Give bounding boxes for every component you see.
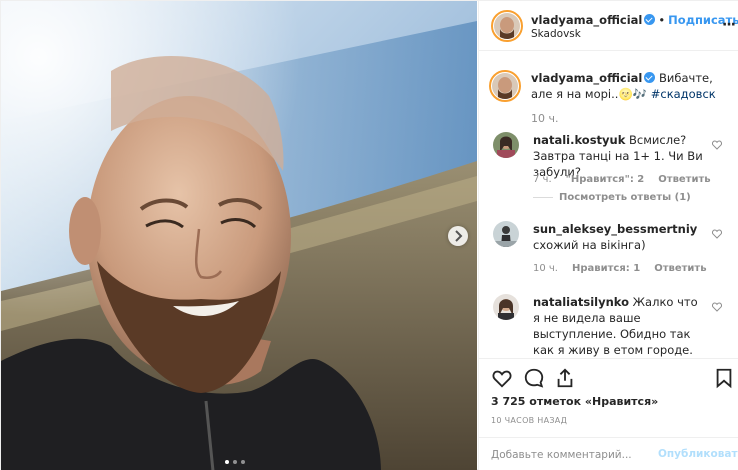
comment-text: natali.kostyuk Всмисле? Завтра танці на … (533, 132, 703, 180)
comment-like-icon[interactable] (712, 140, 722, 150)
likes-number: 3 725 (491, 395, 526, 408)
comments-list[interactable]: vladyama_official Вибачте, але я на морі… (479, 52, 738, 357)
carousel-next-button[interactable] (448, 226, 468, 246)
author-username[interactable]: vladyama_official (531, 13, 642, 27)
likes-count[interactable]: 3 725 отметок «Нравится» (491, 395, 658, 408)
caption-text: vladyama_official Вибачте, але я на морі… (531, 70, 721, 102)
commenter-username[interactable]: nataliatsilynko (533, 295, 629, 309)
comment-text: sun_aleksey_bessmertniy схожий на вікінг… (533, 221, 703, 253)
comment-meta: 10 ч. Нравится: 1 Ответить (533, 263, 721, 274)
comment-likes[interactable]: Нравится: 1 (572, 263, 640, 274)
comment-text: nataliatsilynko Жалко что я не видела ва… (533, 294, 703, 357)
carousel-dot (225, 460, 229, 464)
heart-icon[interactable] (491, 367, 513, 389)
carousel-dot (241, 460, 245, 464)
commenter-avatar[interactable] (493, 132, 519, 158)
bookmark-icon[interactable] (713, 367, 735, 389)
reply-button[interactable]: Ответить (658, 174, 710, 185)
chevron-right-icon (455, 230, 463, 242)
comment-time: 7 ч. (533, 174, 552, 185)
likes-label: отметок «Нравится» (525, 395, 659, 408)
comment-likes[interactable]: "Нравится": 2 (566, 174, 645, 185)
comment-body: схожий на вікінга) (533, 238, 646, 252)
commenter-avatar[interactable] (493, 294, 519, 320)
publish-button[interactable]: Опубликовать (658, 448, 738, 460)
header-separator: • (658, 13, 666, 27)
commenter-username[interactable]: sun_aleksey_bessmertniy (533, 222, 697, 236)
comment-meta: 7 ч. "Нравится": 2 Ответить (533, 174, 725, 185)
selfie-image (1, 1, 477, 470)
comment-time: 10 ч. (533, 263, 558, 274)
view-replies-button[interactable]: Посмотреть ответы (1) (533, 192, 691, 203)
comment-like-icon[interactable] (712, 302, 722, 312)
post-header: vladyama_official•Подписаться Skadovsk ·… (479, 1, 738, 51)
caption-avatar-image (492, 73, 518, 99)
comment-input[interactable] (491, 446, 651, 464)
author-avatar[interactable] (491, 10, 523, 42)
caption-avatar[interactable] (489, 70, 521, 102)
carousel-indicator (225, 460, 245, 466)
verified-badge-icon (644, 14, 656, 25)
post-location[interactable]: Skadovsk (531, 28, 581, 40)
share-icon[interactable] (554, 367, 576, 389)
comment-like-icon[interactable] (712, 229, 722, 239)
add-comment-form: Опубликовать (479, 437, 738, 470)
commenter-username[interactable]: natali.kostyuk (533, 133, 625, 147)
hashtag-link[interactable]: #скадовск (651, 87, 716, 101)
reply-button[interactable]: Ответить (654, 263, 706, 274)
post-timestamp: 10 ЧАСОВ НАЗАД (491, 416, 568, 425)
post-photo[interactable] (1, 1, 477, 470)
commenter-avatar[interactable] (493, 221, 519, 247)
more-options-icon[interactable]: ··· (722, 17, 736, 33)
header-user-line: vladyama_official•Подписаться (531, 13, 738, 27)
carousel-dot (233, 460, 237, 464)
author-avatar-image (494, 13, 520, 39)
post-sidebar: vladyama_official•Подписаться Skadovsk ·… (478, 1, 738, 470)
verified-badge-icon (644, 72, 656, 83)
comment-icon[interactable] (523, 367, 545, 389)
caption-username[interactable]: vladyama_official (531, 71, 642, 85)
caption-time: 10 ч. (531, 112, 559, 125)
instagram-post: vladyama_official•Подписаться Skadovsk ·… (0, 0, 738, 470)
